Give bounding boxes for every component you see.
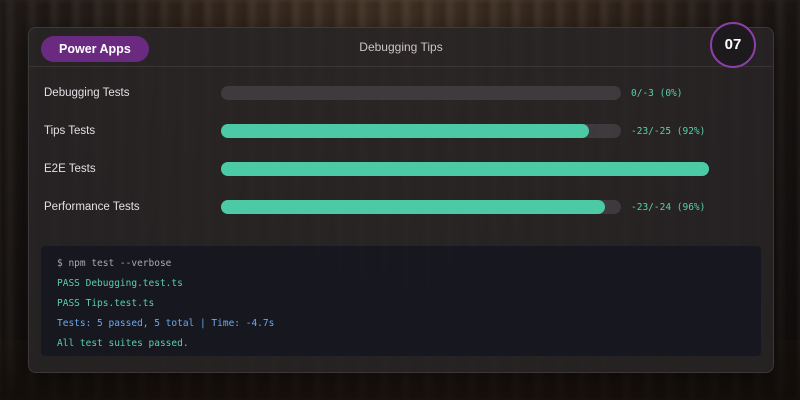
progress-track — [221, 200, 621, 214]
test-row-label: E2E Tests — [44, 163, 96, 175]
terminal-output-line: PASS Tips.test.ts — [57, 298, 155, 309]
test-row-stat: -23/-24 (96%) — [631, 202, 706, 213]
test-row-label: Performance Tests — [44, 201, 140, 213]
terminal-output-line: PASS Debugging.test.ts — [57, 278, 183, 289]
test-row-debugging: Debugging Tests 0/-3 (0%) — [29, 76, 773, 114]
progress-fill — [221, 162, 709, 176]
page-title: Debugging Tips — [359, 40, 443, 54]
step-number-badge: 07 — [710, 22, 756, 68]
terminal-output-line: All test suites passed. — [57, 338, 189, 349]
test-row-e2e: E2E Tests — [29, 152, 773, 190]
test-row-tips: Tips Tests -23/-25 (92%) — [29, 114, 773, 152]
terminal-output: $ npm test --verbose PASS Debugging.test… — [41, 246, 761, 356]
panel-header: Power Apps Debugging Tips 07 — [29, 22, 773, 68]
progress-track — [221, 124, 621, 138]
progress-track — [221, 162, 709, 176]
progress-track — [221, 86, 621, 100]
test-results-panel: Power Apps Debugging Tips 07 Debugging T… — [28, 22, 774, 373]
terminal-command-line: $ npm test --verbose — [57, 258, 172, 269]
test-row-label: Debugging Tests — [44, 87, 130, 99]
terminal-summary-line: Tests: 5 passed, 5 total | Time: -4.7s — [57, 318, 275, 329]
test-row-stat: 0/-3 (0%) — [631, 88, 683, 99]
test-row-stat: -23/-25 (92%) — [631, 126, 706, 137]
test-row-performance: Performance Tests -23/-24 (96%) — [29, 190, 773, 228]
test-row-label: Tips Tests — [44, 125, 96, 137]
progress-fill — [221, 200, 605, 214]
progress-fill — [221, 124, 589, 138]
